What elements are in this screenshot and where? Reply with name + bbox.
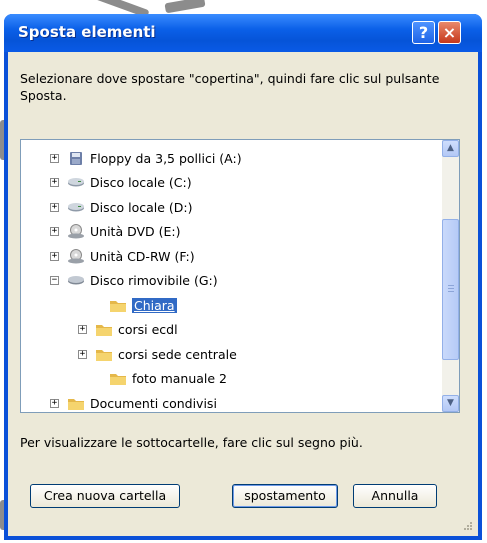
expand-icon[interactable]: + xyxy=(50,227,59,236)
close-button[interactable]: × xyxy=(438,21,461,44)
dialog-title: Sposta elementi xyxy=(18,23,156,41)
cancel-button[interactable]: Annulla xyxy=(353,484,437,508)
tree-item[interactable]: foto manuale 2 xyxy=(109,368,227,390)
tree-item[interactable]: Chiara xyxy=(109,294,177,316)
scroll-up-button[interactable]: ▲ xyxy=(442,140,459,157)
folder-icon xyxy=(67,396,85,411)
title-bar[interactable]: Sposta elementi ? × xyxy=(4,14,482,52)
hard-disk-icon xyxy=(67,175,85,190)
tree-item[interactable]: + Unità DVD (E:) xyxy=(50,221,181,243)
dialog-body: Selezionare dove spostare "copertina", q… xyxy=(8,52,478,536)
expand-icon[interactable]: + xyxy=(78,325,87,334)
folder-icon xyxy=(95,347,113,362)
tree-item-label: corsi sede centrale xyxy=(118,346,237,362)
tree-item[interactable]: + Unità CD-RW (F:) xyxy=(50,245,195,267)
folder-icon xyxy=(109,298,127,313)
new-folder-button[interactable]: Crea nuova cartella xyxy=(30,484,180,508)
scroll-thumb[interactable] xyxy=(442,219,459,360)
folder-icon xyxy=(95,322,113,337)
collapse-icon[interactable]: − xyxy=(50,276,59,285)
expand-icon[interactable]: + xyxy=(50,153,59,163)
move-items-dialog: Sposta elementi ? × Selezionare dove spo… xyxy=(4,14,482,540)
tree-item[interactable]: + corsi ecdl xyxy=(78,319,178,341)
help-button[interactable]: ? xyxy=(412,21,435,44)
tree-item-label: Disco locale (C:) xyxy=(90,175,192,190)
tree-item-label: Floppy da 3,5 pollici (A:) xyxy=(90,150,242,166)
folder-tree[interactable]: + Floppy da 3,5 pollici (A:) + Disco locale… xyxy=(20,139,460,413)
tree-item[interactable]: + Disco locale (D:) xyxy=(50,196,192,218)
expand-icon[interactable]: + xyxy=(50,178,59,187)
folder-icon xyxy=(109,371,127,386)
tree-item-label: Unità DVD (E:) xyxy=(90,224,181,239)
floppy-drive-icon xyxy=(67,151,85,166)
tree-item[interactable]: + Disco locale (C:) xyxy=(50,172,192,194)
tree-item-label: foto manuale 2 xyxy=(132,371,228,386)
watermark-stroke xyxy=(164,0,206,14)
scroll-down-button[interactable]: ▼ xyxy=(442,395,459,412)
tree-item[interactable]: − Disco rimovibile (G:) xyxy=(50,270,218,292)
grip-line xyxy=(448,291,454,292)
expand-icon[interactable]: + xyxy=(50,398,59,408)
tree-item-label: Documenti condivisi xyxy=(90,395,217,411)
grip-line xyxy=(448,285,454,286)
tree-item-label: Unità CD-RW (F:) xyxy=(90,248,195,264)
expand-icon[interactable]: + xyxy=(78,349,87,359)
instruction-text: Selezionare dove spostare "copertina", q… xyxy=(20,71,440,103)
move-button[interactable]: spostamento xyxy=(232,484,338,508)
tree-item-label: Chiara xyxy=(132,297,177,313)
tree-item-label: corsi ecdl xyxy=(118,322,178,337)
cd-drive-icon xyxy=(67,248,85,264)
tree-item-label: Disco locale (D:) xyxy=(90,199,193,215)
removable-disk-icon xyxy=(67,273,85,288)
resize-grip-icon[interactable] xyxy=(462,520,472,530)
vertical-scrollbar[interactable]: ▲ ▼ xyxy=(442,140,459,412)
tree-item[interactable]: + corsi sede centrale xyxy=(78,343,237,365)
tree-item[interactable]: + Floppy da 3,5 pollici (A:) xyxy=(50,147,242,169)
grip-line xyxy=(448,288,454,289)
expand-icon[interactable]: + xyxy=(50,251,59,261)
tree-item-label: Disco rimovibile (G:) xyxy=(90,273,218,288)
dvd-drive-icon xyxy=(67,224,85,239)
tree-item[interactable]: + Documenti condivisi xyxy=(50,392,217,412)
hard-disk-icon xyxy=(67,200,85,215)
hint-text: Per visualizzare le sottocartelle, fare … xyxy=(20,435,363,450)
expand-icon[interactable]: + xyxy=(50,202,59,212)
